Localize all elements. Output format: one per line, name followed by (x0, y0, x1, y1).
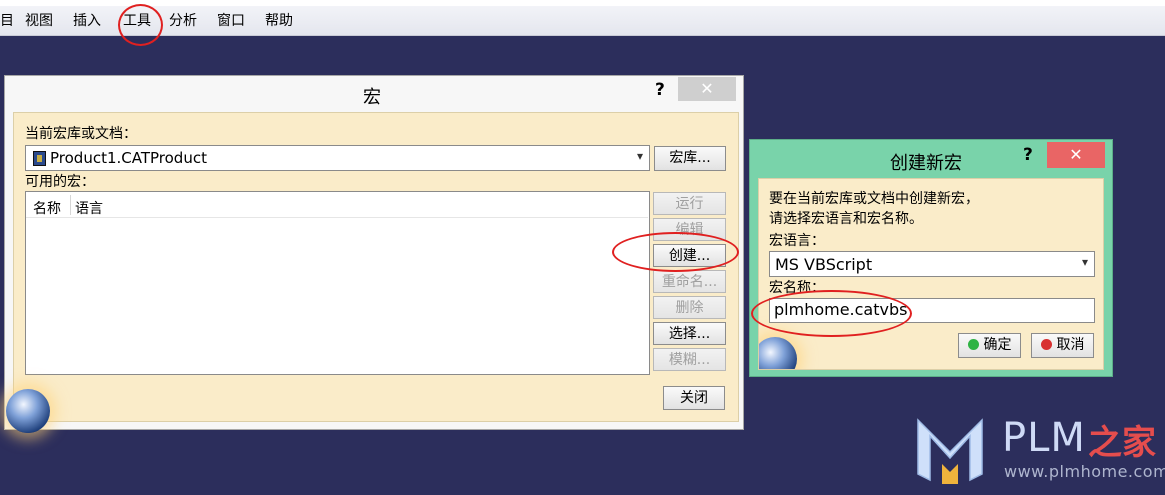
available-macros-label: 可用的宏： (25, 174, 95, 190)
menu-item-tools[interactable]: 工具 (123, 12, 151, 30)
macro-list[interactable]: 名称 语言 (25, 191, 650, 375)
plmhome-logo-icon (917, 418, 983, 484)
library-select[interactable]: Product1.CATProduct ▾ (25, 145, 650, 171)
edit-button[interactable]: 编辑 (653, 218, 726, 241)
help-button[interactable]: ? (655, 80, 665, 100)
library-label: 当前宏库或文档： (25, 126, 137, 142)
catia-globe-logo (6, 389, 50, 433)
macro-library-button[interactable]: 宏库... (654, 146, 726, 171)
watermark-logo-text: PLM (1002, 415, 1086, 461)
menu-item-help[interactable]: 帮助 (265, 12, 293, 30)
ok-button[interactable]: 确定 (958, 333, 1021, 358)
language-label: 宏语言： (769, 233, 825, 249)
menu-item-insert[interactable]: 插入 (73, 12, 101, 30)
macro-dialog-titlebar: 宏 ? ✕ (5, 76, 743, 112)
create-button[interactable]: 创建... (653, 244, 726, 267)
menu-item-window[interactable]: 窗口 (217, 12, 245, 30)
language-select-value: MS VBScript (775, 255, 873, 274)
column-divider (70, 195, 71, 215)
cancel-button-label: 取消 (1056, 337, 1085, 353)
catia-globe-logo (759, 337, 797, 369)
create-dialog-body: 要在当前宏库或文档中创建新宏， 请选择宏语言和宏名称。 宏语言： MS VBSc… (758, 178, 1104, 370)
column-header-name[interactable]: 名称 (33, 198, 61, 218)
menu-item-view[interactable]: 视图 (25, 12, 53, 30)
run-button[interactable]: 运行 (653, 192, 726, 215)
watermark-url: www.plmhome.com (1004, 462, 1165, 481)
create-dialog-title: 创建新宏 (890, 153, 962, 174)
title-strip (0, 0, 1165, 6)
library-select-value: Product1.CATProduct (50, 149, 207, 167)
chevron-down-icon: ▾ (636, 149, 643, 163)
select-button[interactable]: 选择... (653, 322, 726, 345)
rename-button[interactable]: 重命名... (653, 270, 726, 293)
macro-dialog-title: 宏 (363, 87, 381, 108)
green-dot-icon (967, 339, 979, 350)
plmhome-watermark: PLM 之家 www.plmhome.com (912, 410, 1165, 490)
red-dot-icon (1040, 339, 1052, 350)
chevron-down-icon: ▾ (1081, 255, 1088, 269)
instruction-line-1: 要在当前宏库或文档中创建新宏， (769, 191, 979, 207)
instruction-line-2: 请选择宏语言和宏名称。 (769, 211, 923, 227)
delete-button[interactable]: 删除 (653, 296, 726, 319)
macro-name-input[interactable]: plmhome.catvbs (769, 298, 1095, 323)
menu-item-partial[interactable]: 目 (0, 12, 14, 30)
close-button[interactable]: ✕ (678, 77, 736, 101)
column-header-language[interactable]: 语言 (75, 198, 103, 218)
menu-bar: 目 视图 插入 工具 分析 窗口 帮助 (0, 0, 1165, 36)
macro-name-label: 宏名称： (769, 280, 825, 296)
ok-button-label: 确定 (983, 337, 1012, 353)
language-select[interactable]: MS VBScript ▾ (769, 251, 1095, 277)
help-button[interactable]: ? (1023, 145, 1033, 165)
product-document-icon (33, 151, 46, 166)
close-button[interactable]: ✕ (1047, 142, 1105, 168)
macro-dialog: 宏 ? ✕ 当前宏库或文档： Product1.CATProduct ▾ 宏库.… (4, 75, 744, 433)
macro-list-header: 名称 语言 (26, 192, 648, 218)
menu-item-analysis[interactable]: 分析 (169, 12, 197, 30)
create-macro-dialog: 创建新宏 ? ✕ 要在当前宏库或文档中创建新宏， 请选择宏语言和宏名称。 宏语言… (749, 139, 1113, 377)
template-button[interactable]: 模糊... (653, 348, 726, 371)
cancel-button[interactable]: 取消 (1031, 333, 1094, 358)
macro-dialog-body: 当前宏库或文档： Product1.CATProduct ▾ 宏库... 可用的… (6, 112, 739, 433)
watermark-logo-cn: 之家 (1088, 423, 1156, 463)
close-dialog-button[interactable]: 关闭 (663, 386, 725, 410)
